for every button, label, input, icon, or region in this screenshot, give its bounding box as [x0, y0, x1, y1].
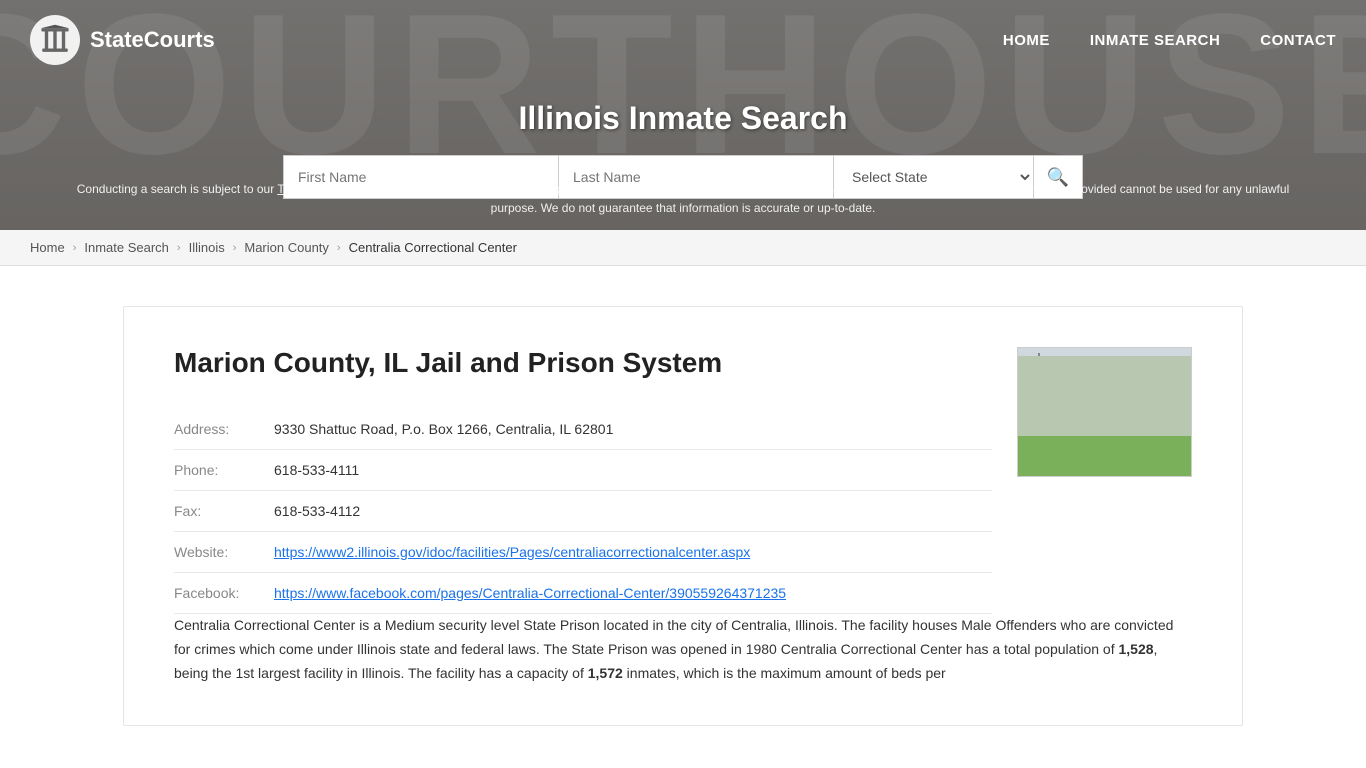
facility-description: Centralia Correctional Center is a Mediu… — [174, 614, 1192, 685]
site-header: StateCourts HOME INMATE SEARCH CONTACT I… — [0, 0, 1366, 230]
facebook-row: Facebook: https://www.facebook.com/pages… — [174, 573, 992, 614]
logo-icon — [30, 15, 80, 65]
site-logo[interactable]: StateCourts — [30, 15, 215, 65]
address-row: Address: 9330 Shattuc Road, P.o. Box 126… — [174, 409, 992, 450]
nav-home[interactable]: HOME — [1003, 32, 1050, 49]
phone-row: Phone: 618-533-4111 — [174, 450, 992, 491]
nav-inmate-search[interactable]: INMATE SEARCH — [1090, 32, 1220, 49]
breadcrumb-sep-3: › — [233, 242, 237, 254]
disclaimer-text: Conducting a search is subject to our Te… — [0, 180, 1366, 218]
fax-row: Fax: 618-533-4112 — [174, 491, 992, 532]
nav-links: HOME INMATE SEARCH CONTACT — [1003, 32, 1336, 49]
address-label: Address: — [174, 421, 274, 437]
phone-label: Phone: — [174, 462, 274, 478]
breadcrumb-current: Centralia Correctional Center — [349, 240, 517, 255]
facebook-label: Facebook: — [174, 585, 274, 601]
terms-link[interactable]: Terms of Service — [277, 182, 366, 196]
main-content: Marion County, IL Jail and Prison System… — [93, 266, 1273, 766]
facility-card: Marion County, IL Jail and Prison System… — [123, 306, 1243, 726]
breadcrumb-sep-4: › — [337, 242, 341, 254]
breadcrumb-illinois[interactable]: Illinois — [189, 240, 225, 255]
facebook-link[interactable]: https://www.facebook.com/pages/Centralia… — [274, 585, 786, 601]
privacy-link[interactable]: Privacy Notice — [393, 182, 470, 196]
breadcrumb-marion-county[interactable]: Marion County — [244, 240, 329, 255]
site-name: StateCourts — [90, 27, 215, 53]
facility-info: Address: 9330 Shattuc Road, P.o. Box 126… — [174, 409, 992, 614]
main-nav: StateCourts HOME INMATE SEARCH CONTACT — [0, 0, 1366, 80]
website-row: Website: https://www2.illinois.gov/idoc/… — [174, 532, 992, 573]
address-value: 9330 Shattuc Road, P.o. Box 1266, Centra… — [274, 421, 613, 437]
breadcrumb: Home › Inmate Search › Illinois › Marion… — [0, 230, 1366, 266]
website-label: Website: — [174, 544, 274, 560]
website-value: https://www2.illinois.gov/idoc/facilitie… — [274, 544, 750, 560]
facility-image — [1017, 347, 1192, 477]
facebook-value: https://www.facebook.com/pages/Centralia… — [274, 585, 786, 601]
fax-value: 618-533-4112 — [274, 503, 360, 519]
nav-contact[interactable]: CONTACT — [1260, 32, 1336, 49]
breadcrumb-sep-2: › — [177, 242, 181, 254]
breadcrumb-home[interactable]: Home — [30, 240, 65, 255]
breadcrumb-inmate-search[interactable]: Inmate Search — [84, 240, 169, 255]
fax-label: Fax: — [174, 503, 274, 519]
phone-value: 618-533-4111 — [274, 462, 359, 478]
website-link[interactable]: https://www2.illinois.gov/idoc/facilitie… — [274, 544, 750, 560]
breadcrumb-sep-1: › — [73, 242, 77, 254]
page-title: Illinois Inmate Search — [519, 100, 848, 137]
